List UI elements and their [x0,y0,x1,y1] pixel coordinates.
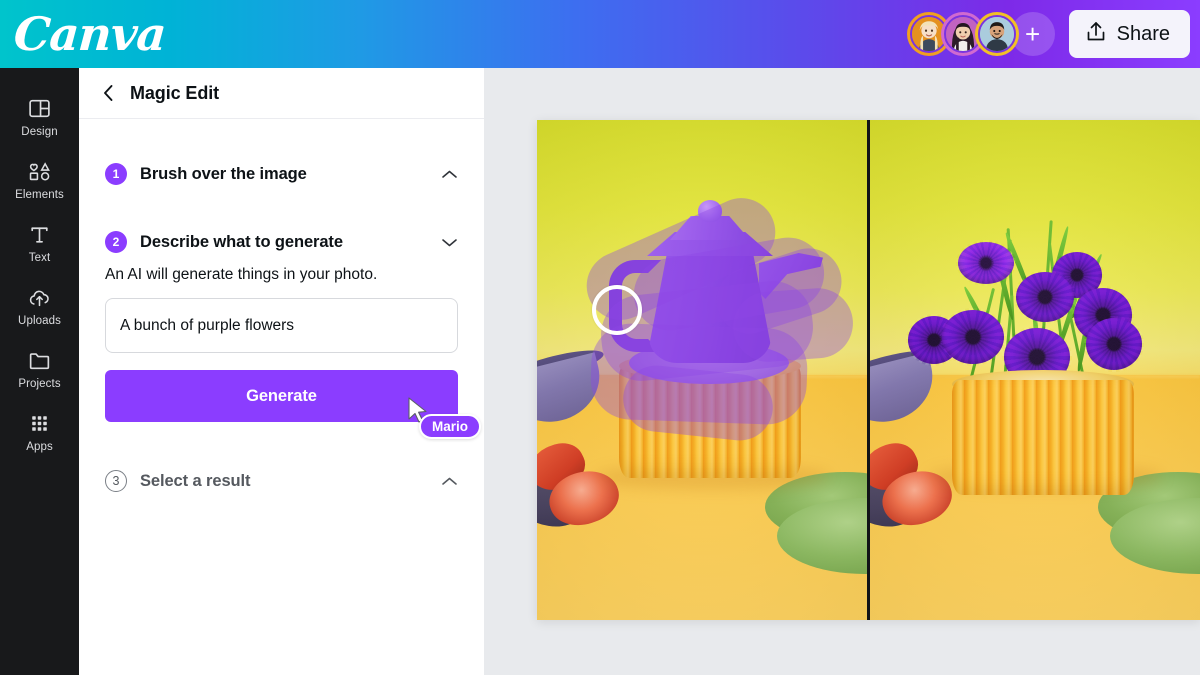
flower [956,240,1016,286]
top-bar: Canva + Share [0,0,1200,68]
generate-button[interactable]: Generate [105,370,458,422]
canvas-half-generated[interactable] [870,120,1200,620]
sidebar-item-text[interactable]: Text [0,210,79,273]
teapot-knob [698,200,722,222]
photo-background-result [870,120,1200,620]
sidebar-item-projects[interactable]: Projects [0,336,79,399]
panel-header: Magic Edit [79,68,484,119]
elements-icon [27,158,53,184]
topbar-right-group: + Share [906,10,1190,58]
step-title-2: Describe what to generate [140,232,343,251]
step-describe-what-to-generate[interactable]: 2 Describe what to generate [105,214,458,270]
canvas-workspace[interactable] [484,68,1200,675]
chevron-left-icon[interactable] [100,85,116,101]
chevron-up-icon[interactable] [440,472,458,490]
share-button[interactable]: Share [1068,10,1190,58]
step-brush-over-image[interactable]: 1 Brush over the image [105,146,458,202]
page-title: Magic Edit [130,82,220,103]
teapot-spout [759,253,823,299]
describe-help-text: An AI will generate things in your photo… [105,266,378,283]
step-badge-1: 1 [105,163,127,185]
canva-editor-window: Canva + Share Design Elements Text Uploa… [0,0,1200,675]
sidebar-item-elements[interactable]: Elements [0,147,79,210]
brush-cursor-ring [592,285,642,335]
left-rail: Design Elements Text Uploads Projects Ap… [0,68,79,675]
teapot-body [649,245,771,363]
flower [1014,270,1076,324]
magic-edit-panel: Magic Edit 1 Brush over the image 2 Desc… [79,68,484,675]
sidebar-label-elements: Elements [15,189,64,201]
panel-body: 1 Brush over the image 2 Describe what t… [79,146,484,509]
step-title-1: Brush over the image [140,164,307,183]
collaborator-avatars [906,12,1019,56]
design-canvas[interactable] [537,120,1200,620]
step-title-3: Select a result [140,471,251,490]
canvas-half-original[interactable] [537,120,867,620]
flower [940,308,1006,366]
photo-background [537,120,867,620]
uploads-icon [27,284,53,310]
design-icon [27,95,53,121]
sidebar-label-uploads: Uploads [18,315,61,327]
sidebar-label-projects: Projects [18,378,61,390]
step-badge-3: 3 [105,470,127,492]
avatar[interactable] [974,12,1019,56]
apps-icon [27,410,53,436]
text-icon [27,221,53,247]
sidebar-item-apps[interactable]: Apps [0,399,79,462]
flower [1084,316,1144,372]
chevron-up-icon[interactable] [440,165,458,183]
canva-logo[interactable]: Canva [12,7,167,61]
share-upload-icon [1085,20,1107,49]
avatar-photo-3 [979,17,1014,51]
step-select-a-result[interactable]: 3 Select a result [105,453,458,509]
sidebar-label-apps: Apps [26,441,53,453]
share-label: Share [1116,22,1170,45]
sidebar-item-design[interactable]: Design [0,84,79,147]
sidebar-label-design: Design [21,126,58,138]
sidebar-item-uploads[interactable]: Uploads [0,273,79,336]
chevron-down-icon[interactable] [440,233,458,251]
projects-icon [27,347,53,373]
prompt-input[interactable] [105,298,458,353]
orange-vase [952,380,1134,495]
teapot-group [537,120,867,620]
step-badge-2: 2 [105,231,127,253]
sidebar-label-text: Text [28,252,51,264]
